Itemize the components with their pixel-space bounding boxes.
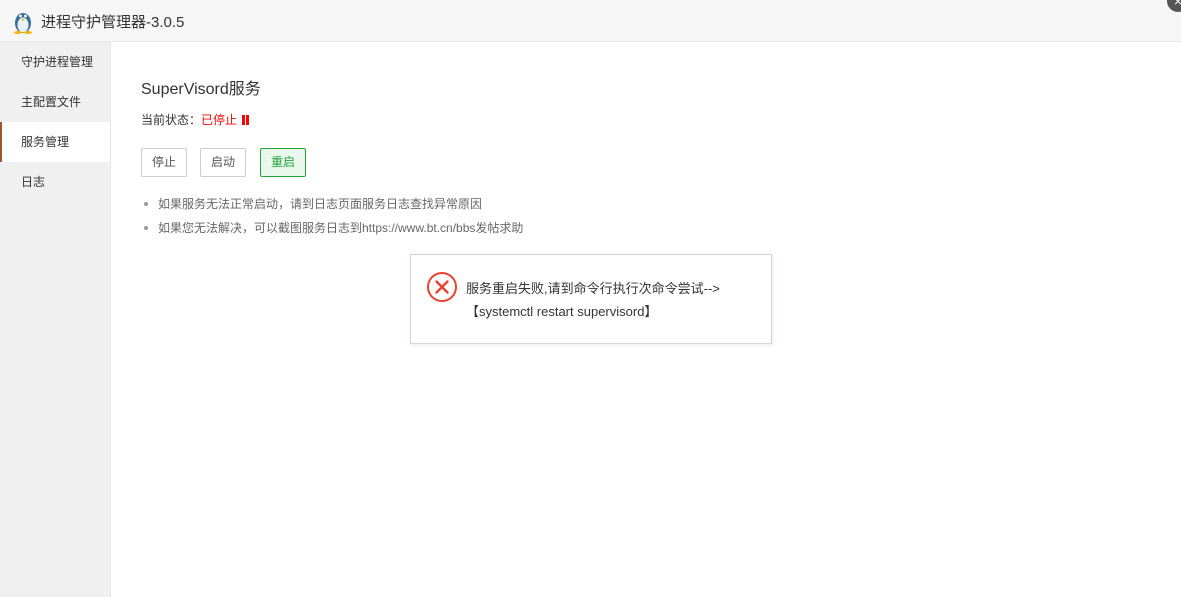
sidebar-item-service-management[interactable]: 服务管理 <box>0 122 110 162</box>
close-button[interactable]: × <box>1167 0 1181 12</box>
start-button[interactable]: 启动 <box>200 148 246 177</box>
sidebar: 守护进程管理 主配置文件 服务管理 日志 <box>0 42 111 597</box>
title-bar: 进程守护管理器-3.0.5 × <box>0 0 1181 42</box>
page-title: SuperVisord服务 <box>141 81 261 98</box>
stop-button[interactable]: 停止 <box>141 148 187 177</box>
error-message-command: 【systemctl restart supervisord】 <box>466 304 658 319</box>
restart-button[interactable]: 重启 <box>260 148 306 177</box>
error-message: 服务重启失败,请到命令行执行次命令尝试--> 【systemctl restar… <box>466 277 766 323</box>
service-status: 当前状态：已停止 <box>141 111 250 128</box>
window-title: 进程守护管理器-3.0.5 <box>41 14 185 31</box>
status-label: 当前状态： <box>141 113 202 127</box>
error-circle-x-icon <box>427 272 457 302</box>
tip-item: 如果您无法解决，可以截图服务日志到https://www.bt.cn/bbs发帖… <box>141 220 523 244</box>
error-message-line1: 服务重启失败,请到命令行执行次命令尝试--> <box>466 281 720 296</box>
penguin-logo-icon <box>14 13 32 34</box>
tips-list: 如果服务无法正常启动，请到日志页面服务日志查找异常原因 如果您无法解决，可以截图… <box>141 196 523 244</box>
sidebar-item-main-config[interactable]: 主配置文件 <box>0 82 110 122</box>
tip-item: 如果服务无法正常启动，请到日志页面服务日志查找异常原因 <box>141 196 523 220</box>
error-message-dialog: 服务重启失败,请到命令行执行次命令尝试--> 【systemctl restar… <box>410 254 772 344</box>
status-value: 已停止 <box>201 113 238 127</box>
sidebar-item-daemon-management[interactable]: 守护进程管理 <box>0 42 110 82</box>
sidebar-item-logs[interactable]: 日志 <box>0 162 110 202</box>
pause-icon <box>242 115 250 125</box>
